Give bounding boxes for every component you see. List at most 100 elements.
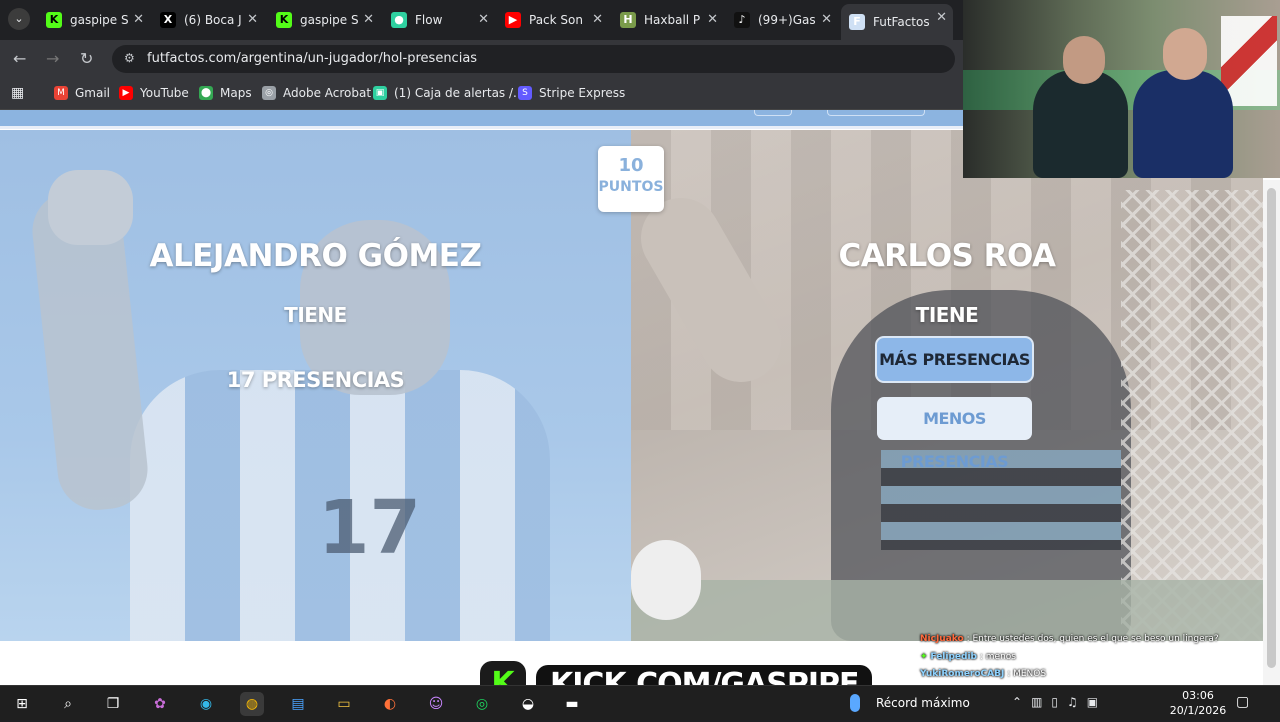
url-text[interactable]: futfactos.com/argentina/un-jugador/hol-p… xyxy=(147,51,477,66)
player-panel-right: CARLOS ROA TIENE xyxy=(631,130,1263,641)
system-tray: ⌃ ▥ ▯ ♫ ▣ xyxy=(1012,695,1098,709)
jersey-number: 17 xyxy=(318,485,421,571)
close-tab-icon[interactable]: ✕ xyxy=(821,12,832,27)
tab-kick[interactable]: Kgaspipe S ✕ xyxy=(268,6,380,34)
file-explorer-icon[interactable]: ▭ xyxy=(332,692,356,716)
volume-icon[interactable]: ♫ xyxy=(1067,695,1078,709)
close-tab-icon[interactable]: ✕ xyxy=(247,12,258,27)
tab-flow[interactable]: ● Flow ✕ xyxy=(383,6,495,34)
score-badge: 10 PUNTOS xyxy=(598,146,664,212)
tiktok-icon: ♪ xyxy=(734,12,750,28)
edge-icon[interactable]: ◉ xyxy=(194,692,218,716)
address-bar[interactable]: ⚙ futfactos.com/argentina/un-jugador/hol… xyxy=(112,45,955,73)
task-view-icon[interactable]: ❐ xyxy=(101,692,125,716)
left-player-name: ALEJANDRO GÓMEZ xyxy=(149,238,482,274)
bookmark-label: Maps xyxy=(220,86,252,100)
close-tab-icon[interactable]: ✕ xyxy=(936,10,947,25)
tab-youtube[interactable]: ▶ Pack Son ✕ xyxy=(497,6,609,34)
bookmark-label: YouTube xyxy=(140,86,189,100)
player-photo-fist xyxy=(48,170,133,245)
taskbar-app-icon[interactable]: ▬ xyxy=(560,692,584,716)
notifications-icon[interactable]: ▢ xyxy=(1236,694,1249,710)
scrollbar[interactable] xyxy=(1263,180,1280,685)
search-icon[interactable]: ⌕ xyxy=(56,692,80,716)
thermometer-icon xyxy=(850,694,860,712)
close-tab-icon[interactable]: ✕ xyxy=(707,12,718,27)
fewer-appearances-button[interactable]: MENOS PRESENCIAS xyxy=(877,397,1032,471)
flow-icon: ● xyxy=(391,12,407,28)
tab-search-chevron-icon[interactable]: ⌄ xyxy=(8,8,30,30)
close-tab-icon[interactable]: ✕ xyxy=(478,12,489,27)
obs-icon[interactable]: ◒ xyxy=(516,692,540,716)
webcam-person xyxy=(1033,70,1128,178)
chat-separator: : xyxy=(1004,669,1014,679)
discord-icon[interactable]: ☺ xyxy=(424,692,448,716)
browser-toolbar: ← → ↻ ⚙ futfactos.com/argentina/un-jugad… xyxy=(0,40,963,78)
tab-label: Haxball P xyxy=(644,13,701,27)
chat-text: MENOS xyxy=(1013,669,1047,679)
tab-x[interactable]: X (6) Boca J ✕ xyxy=(152,6,264,34)
close-tab-icon[interactable]: ✕ xyxy=(133,12,144,27)
apps-grid-icon[interactable]: ▦ xyxy=(11,85,24,101)
bookmark-label: (1) Caja de alertas /... xyxy=(394,86,525,100)
store-icon[interactable]: ▤ xyxy=(286,692,310,716)
youtube-icon: ▶ xyxy=(119,86,133,100)
site-info-icon[interactable]: ⚙ xyxy=(124,51,135,65)
stripe-icon: S xyxy=(518,86,532,100)
tab-label: gaspipe S xyxy=(300,13,359,27)
right-player-name: CARLOS ROA xyxy=(838,238,1056,274)
bookmark-gmail[interactable]: M Gmail xyxy=(54,86,110,100)
chat-text: Entre ustedes dos, quien es el que se be… xyxy=(972,634,1219,644)
chat-badge-icon: ✦ xyxy=(920,652,928,662)
chat-message: NicJuako : Entre ustedes dos, quien es e… xyxy=(920,634,1219,644)
windows-taskbar: ⊞ ⌕ ❐ ✿ ◉ ◍ ▤ ▭ ◐ ☺ ◎ ◒ ▬ Récord máximo … xyxy=(0,685,1280,720)
spotify-icon[interactable]: ◎ xyxy=(470,692,494,716)
tab-label: Pack Son xyxy=(529,13,583,27)
bookmark-alerts[interactable]: ▣ (1) Caja de alertas /... xyxy=(373,86,524,100)
tab-haxball[interactable]: H Haxball P ✕ xyxy=(612,6,724,34)
bookmark-label: Gmail xyxy=(75,86,111,100)
windows-start-icon[interactable]: ⊞ xyxy=(10,692,34,716)
right-player-verb: TIENE xyxy=(915,303,979,327)
back-arrow-icon[interactable]: ← xyxy=(13,49,26,68)
taskbar-clock[interactable]: 03:06 20/1/2026 xyxy=(1168,688,1228,718)
tab-label: gaspipe S xyxy=(70,13,129,27)
player-photo-ball xyxy=(631,540,701,620)
tray-overflow-icon[interactable]: ⌃ xyxy=(1012,695,1022,709)
tab-kick[interactable]: Kgaspipe S ✕ xyxy=(38,6,150,34)
kick-icon: K xyxy=(46,12,62,28)
alerts-icon: ▣ xyxy=(373,86,387,100)
header-button[interactable] xyxy=(827,110,925,116)
forward-arrow-icon[interactable]: → xyxy=(46,49,59,68)
scrollbar-thumb[interactable] xyxy=(1267,188,1276,668)
bookmark-maps[interactable]: ⬤ Maps xyxy=(199,86,252,100)
score-label: PUNTOS xyxy=(598,179,664,195)
display-icon[interactable]: ▣ xyxy=(1087,695,1098,709)
tab-label: (6) Boca J xyxy=(184,13,242,27)
chrome-icon[interactable]: ◍ xyxy=(240,692,264,716)
tab-futfactos[interactable]: F FutFactos ✕ xyxy=(841,4,953,40)
network-icon[interactable]: ▥ xyxy=(1031,695,1042,709)
tab-tiktok[interactable]: ♪ (99+)Gas ✕ xyxy=(726,6,838,34)
reload-icon[interactable]: ↻ xyxy=(80,49,93,68)
battery-icon[interactable]: ▯ xyxy=(1051,695,1058,709)
chat-username: NicJuako xyxy=(920,634,964,644)
clock-date: 20/1/2026 xyxy=(1169,704,1227,717)
webcam-person xyxy=(1133,70,1233,178)
more-appearances-button[interactable]: MÁS PRESENCIAS xyxy=(877,338,1032,381)
bookmark-label: Stripe Express xyxy=(539,86,626,100)
gmail-icon: M xyxy=(54,86,68,100)
copilot-icon[interactable]: ✿ xyxy=(148,692,172,716)
tab-label: FutFactos xyxy=(873,15,930,29)
clock-time: 03:06 xyxy=(1182,689,1214,702)
firefox-icon[interactable]: ◐ xyxy=(378,692,402,716)
webcam-person-head xyxy=(1163,28,1207,80)
close-tab-icon[interactable]: ✕ xyxy=(592,12,603,27)
bookmark-adobe-acrobat[interactable]: ◎ Adobe Acrobat xyxy=(262,86,371,100)
bookmark-youtube[interactable]: ▶ YouTube xyxy=(119,86,189,100)
record-widget[interactable]: Récord máximo xyxy=(850,694,970,712)
header-button[interactable] xyxy=(754,110,792,116)
close-tab-icon[interactable]: ✕ xyxy=(363,12,374,27)
futfactos-icon: F xyxy=(849,14,865,30)
bookmark-stripe[interactable]: S Stripe Express xyxy=(518,86,625,100)
